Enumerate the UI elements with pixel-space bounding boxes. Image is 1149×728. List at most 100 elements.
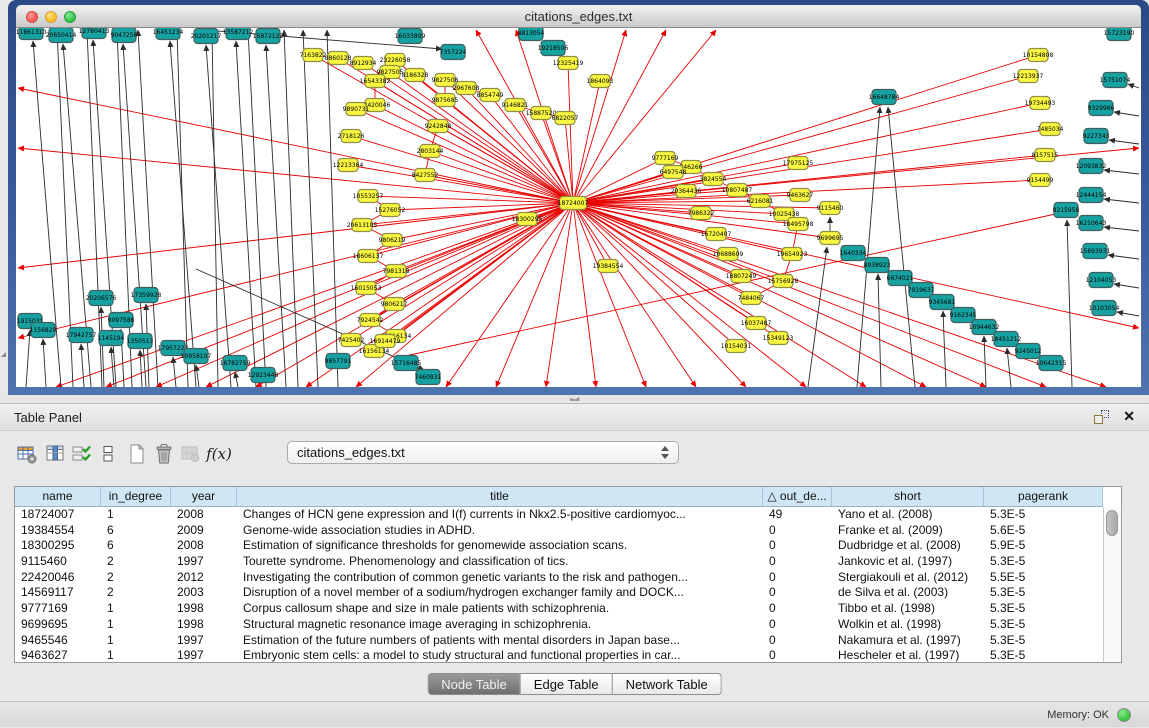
graph-node[interactable]: 19384554 <box>593 260 624 273</box>
graph-node[interactable]: 8938923 <box>864 258 891 273</box>
graph-node[interactable]: 9154499 <box>1027 174 1054 187</box>
table-row[interactable]: 1872400712008Changes of HCN gene express… <box>15 507 1103 523</box>
graph-node[interactable]: 12780413 <box>79 28 110 39</box>
table-mode-button[interactable] <box>14 440 40 468</box>
graph-node[interactable]: 1156829 <box>30 323 57 338</box>
graph-node[interactable]: 15756928 <box>768 275 799 288</box>
graph-node[interactable]: 20364436 <box>671 185 702 198</box>
scrollbar-thumb[interactable] <box>1106 510 1118 536</box>
graph-node[interactable]: 7986322 <box>688 207 715 220</box>
graph-node[interactable]: 8186328 <box>402 69 429 82</box>
graph-node[interactable]: 1350513 <box>127 334 154 349</box>
graph-node[interactable]: 10688609 <box>713 248 744 261</box>
graph-node[interactable]: 9890731 <box>343 103 370 116</box>
graph-node[interactable]: 18724007 <box>558 197 589 210</box>
graph-node[interactable]: 1864093 <box>587 75 614 88</box>
graph-node[interactable]: 9115460 <box>817 202 844 215</box>
graph-node[interactable]: 20206576 <box>86 291 117 306</box>
graph-node[interactable]: 7425402 <box>338 334 365 347</box>
graph-node[interactable]: 17942757 <box>66 328 97 343</box>
graph-node[interactable]: 9242848 <box>425 120 452 133</box>
network-graph[interactable]: 1872400771638228860128891293423226058982… <box>16 28 1141 387</box>
graph-node[interactable]: 8912934 <box>350 57 377 70</box>
graph-node[interactable]: 9875685 <box>432 94 459 107</box>
graph-node[interactable]: 10154031 <box>721 340 752 353</box>
graph-node[interactable]: 8427552 <box>412 169 439 182</box>
graph-node[interactable]: 12213937 <box>1013 70 1044 83</box>
graph-node[interactable]: 12213364 <box>333 159 364 172</box>
graph-node[interactable]: 7924542 <box>357 314 384 327</box>
graph-node[interactable]: 10154808 <box>1023 49 1054 62</box>
table-row[interactable]: 946362711997Embryonic stem cells: a mode… <box>15 648 1103 662</box>
graph-node[interactable]: 12325419 <box>553 57 584 70</box>
function-builder-button[interactable]: f(x) <box>206 440 232 468</box>
graph-node[interactable]: 2803144 <box>417 145 444 158</box>
table-row[interactable]: 2242004622012Investigating the contribut… <box>15 570 1103 586</box>
graph-node[interactable]: 12093832 <box>1076 159 1107 174</box>
graph-node[interactable]: 9227343 <box>1083 129 1110 144</box>
graph-node[interactable]: 16782759 <box>220 356 251 371</box>
graph-node[interactable]: 9806217 <box>381 298 408 311</box>
column-visibility-button[interactable] <box>42 440 68 468</box>
graph-node[interactable]: 20613105 <box>347 219 378 232</box>
table-row[interactable]: 977716911998Corpus callosum shape and si… <box>15 601 1103 617</box>
graph-node[interactable]: 9146821 <box>502 99 529 112</box>
tab-edge-table[interactable]: Edge Table <box>521 673 613 695</box>
graph-node[interactable]: 9047256 <box>111 28 138 43</box>
graph-node[interactable]: 7484067 <box>738 292 765 305</box>
graph-node[interactable]: 7163822 <box>300 49 327 62</box>
graph-node[interactable]: 9699695 <box>817 232 844 245</box>
graph-node[interactable]: 9329966 <box>1088 101 1115 116</box>
split-divider[interactable] <box>0 395 1149 403</box>
graph-node[interactable]: 8813054 <box>518 28 545 41</box>
table-row[interactable]: 1938455462009Genome-wide association stu… <box>15 523 1103 539</box>
delete-column-button[interactable] <box>151 440 177 468</box>
column-header-name[interactable]: name <box>15 487 101 507</box>
graph-node[interactable]: 8860128 <box>325 52 352 65</box>
graph-node[interactable]: 15693931 <box>1080 244 1111 259</box>
graph-node[interactable]: 7981318 <box>383 265 410 278</box>
graph-node[interactable]: 6497548 <box>660 166 687 179</box>
graph-node[interactable]: 9345681 <box>929 295 956 310</box>
window-titlebar[interactable]: citations_edges.txt <box>16 5 1141 28</box>
graph-node[interactable]: 16033809 <box>395 29 426 44</box>
row-selection-button[interactable] <box>69 440 95 468</box>
graph-node[interactable]: 9097588 <box>108 313 135 328</box>
table-row[interactable]: 911546021997Tourette syndrome. Phenomeno… <box>15 554 1103 570</box>
divider-grip-icon[interactable] <box>570 397 580 401</box>
graph-node[interactable]: 2967608 <box>453 82 480 95</box>
graph-node[interactable]: 8854749 <box>477 89 504 102</box>
graph-node[interactable]: 9463627 <box>787 189 814 202</box>
graph-node[interactable]: 9777169 <box>652 152 679 165</box>
graph-node[interactable]: 19218506 <box>538 41 569 56</box>
graph-node[interactable]: 15751074 <box>1100 73 1131 88</box>
new-column-button[interactable] <box>124 440 150 468</box>
graph-node[interactable]: 19734493 <box>1025 97 1056 110</box>
vertical-scrollbar[interactable] <box>1103 507 1121 662</box>
graph-node[interactable]: 16210643 <box>1076 216 1107 231</box>
column-header-out-de[interactable]: △ out_de... <box>763 487 832 507</box>
graph-node[interactable]: 10103054 <box>1089 301 1120 316</box>
graph-node[interactable]: 6822057 <box>552 112 579 125</box>
column-header-year[interactable]: year <box>171 487 237 507</box>
table-row[interactable]: 946554611997Estimation of the future num… <box>15 633 1103 649</box>
table-row[interactable]: 969969511998Structural magnetic resonanc… <box>15 617 1103 633</box>
graph-node[interactable]: 15716485 <box>391 356 422 371</box>
column-header-short[interactable]: short <box>832 487 984 507</box>
graph-node[interactable]: 13587212 <box>223 28 254 40</box>
graph-node[interactable]: 12923448 <box>248 368 279 383</box>
graph-node[interactable]: 1145194 <box>98 331 125 346</box>
graph-node[interactable]: 20650414 <box>46 28 77 43</box>
rows-button[interactable] <box>95 440 121 468</box>
graph-node[interactable]: 9245012 <box>1015 344 1042 359</box>
graph-node[interactable]: 15872122 <box>253 29 284 44</box>
float-panel-button[interactable] <box>1093 410 1109 426</box>
graph-node[interactable]: 9857791 <box>325 354 352 369</box>
graph-node[interactable]: 1640334 <box>840 246 867 261</box>
tab-network-table[interactable]: Network Table <box>613 673 722 695</box>
graph-node[interactable]: 12444154 <box>1076 188 1107 203</box>
graph-node[interactable]: 7460931 <box>415 370 442 385</box>
table-row[interactable]: 1830029562008Estimation of significance … <box>15 538 1103 554</box>
tab-node-table[interactable]: Node Table <box>427 673 521 695</box>
graph-node[interactable]: 23226058 <box>380 54 411 67</box>
